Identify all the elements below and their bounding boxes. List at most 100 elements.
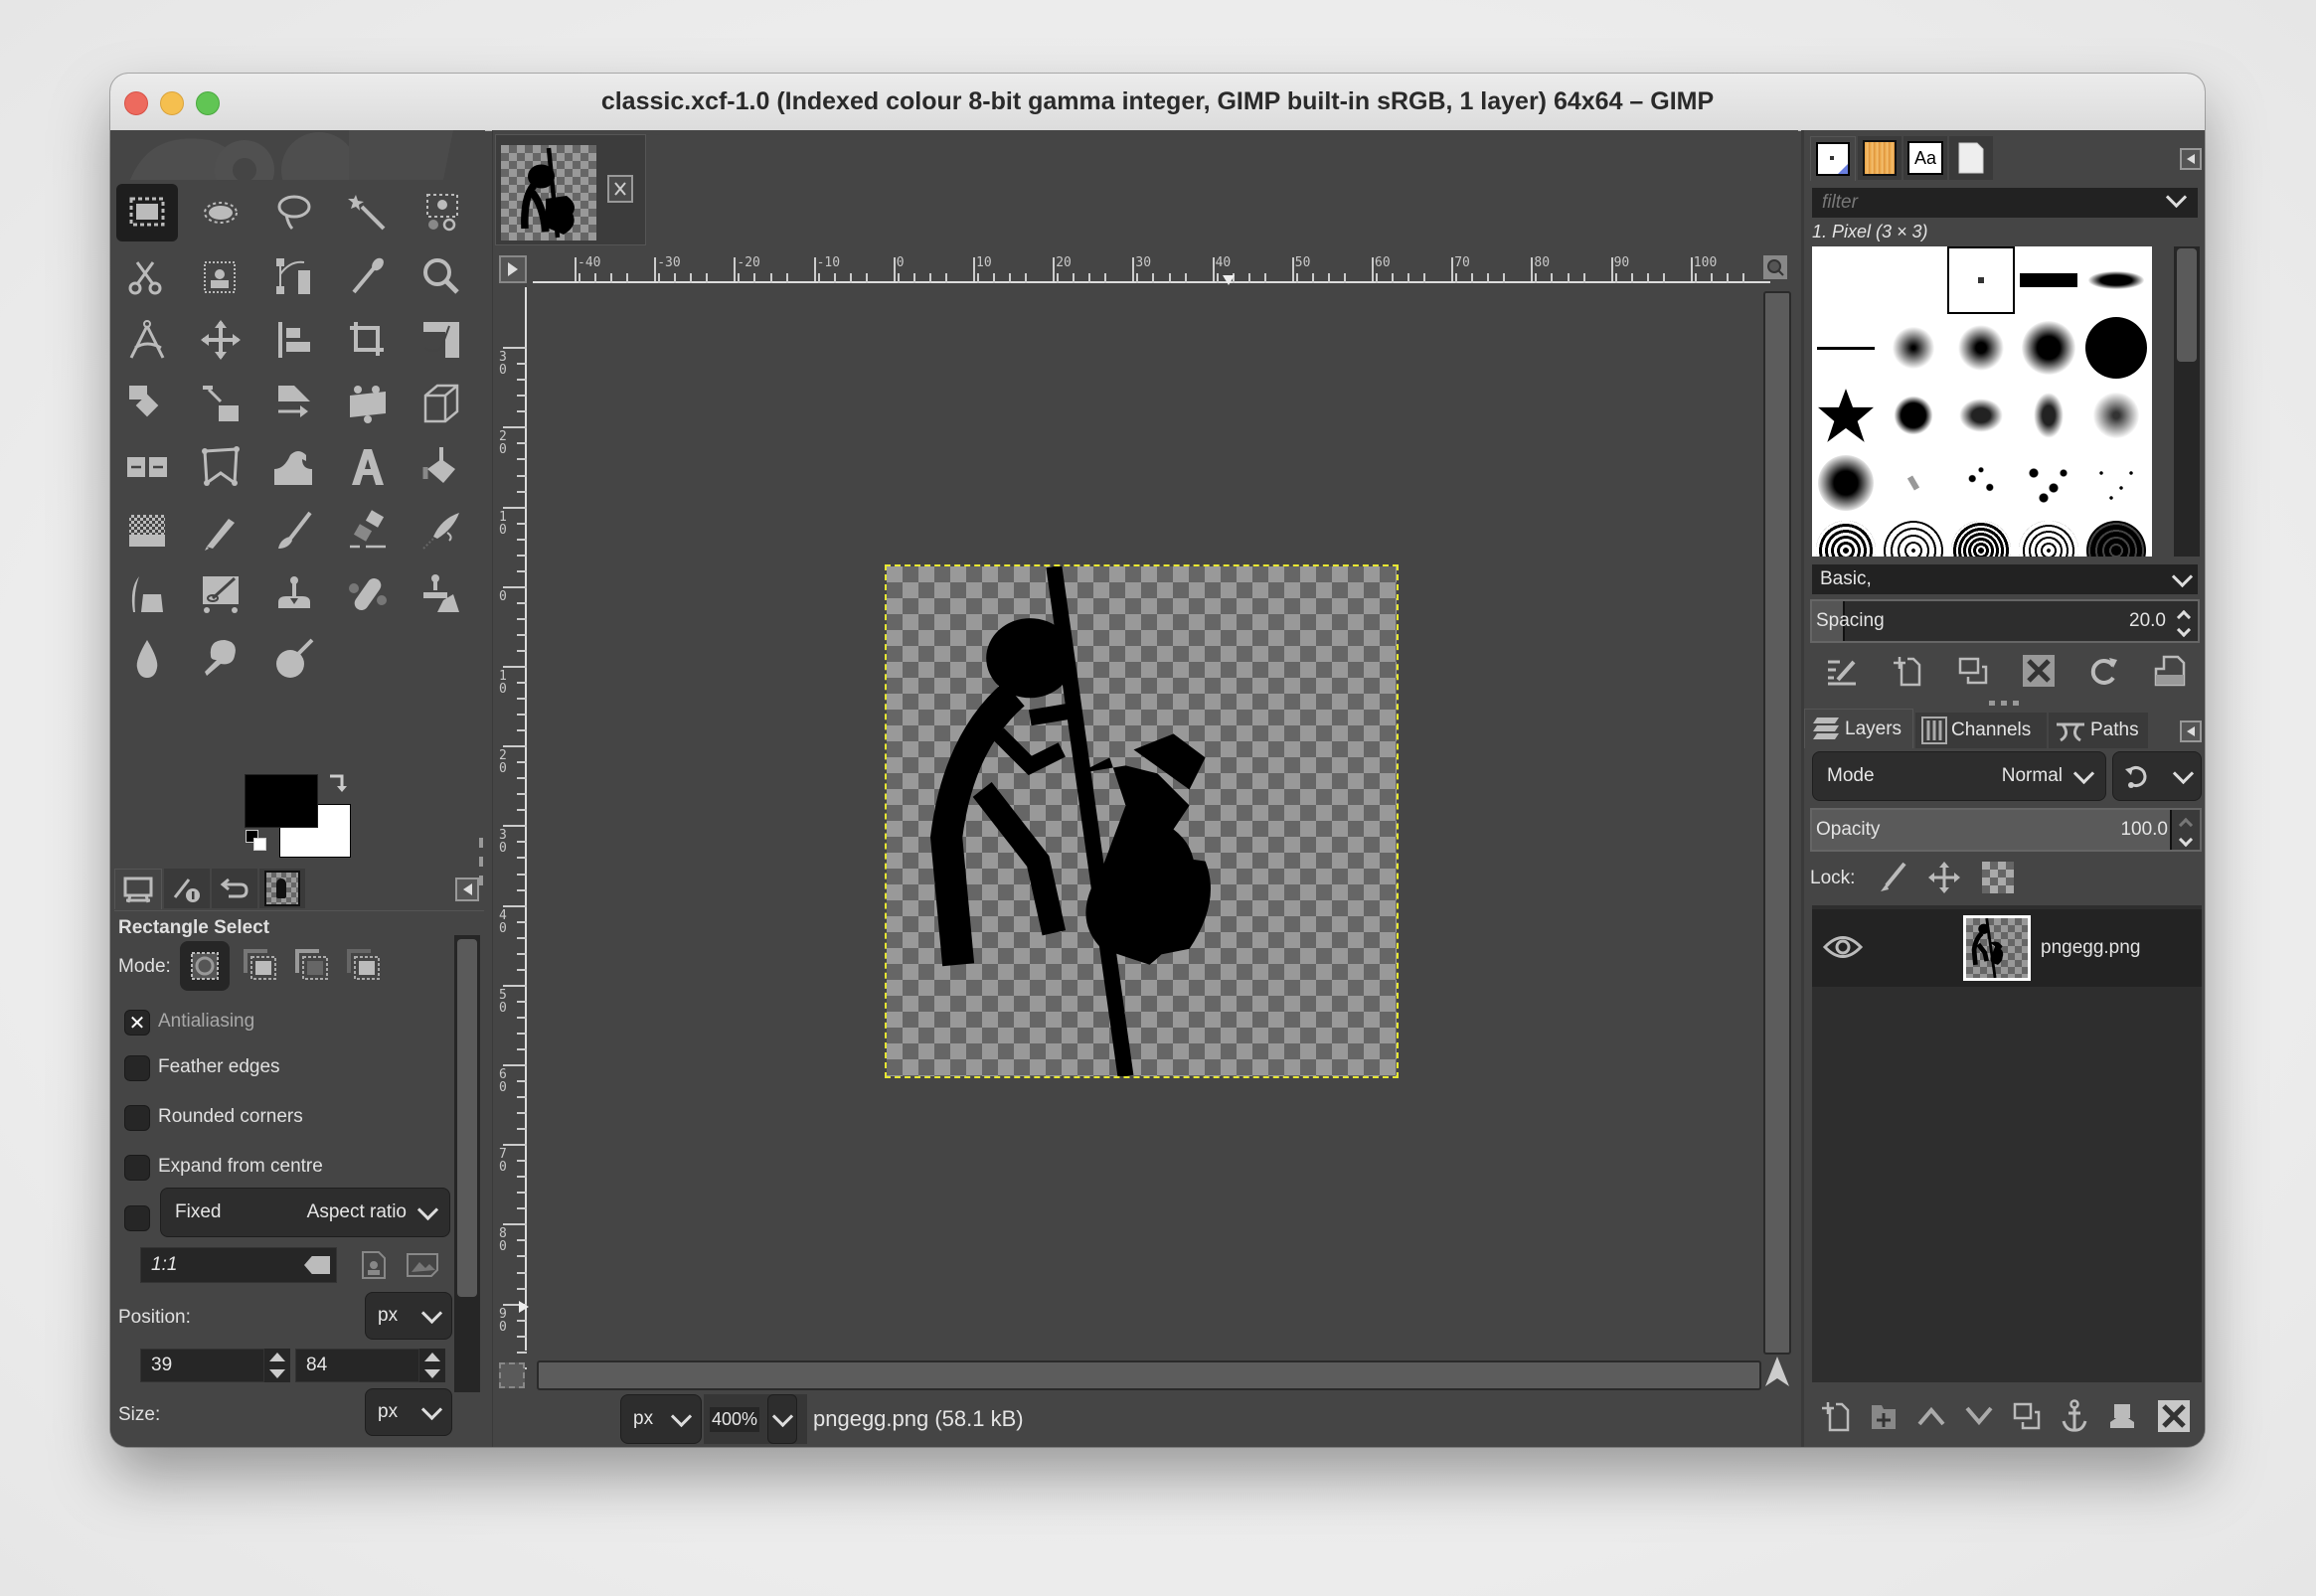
- vertical-scrollbar[interactable]: [1763, 291, 1791, 1355]
- lock-alpha-icon[interactable]: [1981, 860, 2015, 895]
- tool-warp-transform[interactable]: [263, 438, 325, 496]
- composite-mode-combo[interactable]: [2112, 751, 2202, 801]
- lock-position-icon[interactable]: [1927, 860, 1961, 895]
- device-status-tab[interactable]: [164, 869, 210, 908]
- brush-item[interactable]: [2082, 382, 2150, 449]
- zoom-level[interactable]: 400%: [710, 1406, 760, 1432]
- tool-flip[interactable]: [116, 438, 178, 496]
- brush-tag-combo[interactable]: Basic,: [1812, 564, 2198, 594]
- layer-mode-combo[interactable]: Mode Normal: [1812, 751, 2106, 801]
- brush-item[interactable]: [2015, 246, 2082, 314]
- tool-move[interactable]: [190, 311, 251, 369]
- tab-layers[interactable]: Layers: [1804, 709, 1913, 748]
- chevron-down-icon[interactable]: [2165, 186, 2188, 209]
- mode-subtract-button[interactable]: [287, 941, 337, 991]
- configure-brushes-dock-button[interactable]: [2180, 148, 2202, 170]
- mode-replace-button[interactable]: [180, 941, 230, 991]
- vertical-ruler[interactable]: 30 20 10 0 10 20 30 40 50 60 70 80 90: [493, 287, 529, 1369]
- brush-item[interactable]: [2015, 517, 2082, 557]
- configure-layers-dock-button[interactable]: [2180, 720, 2202, 742]
- position-unit-combo[interactable]: px: [365, 1292, 452, 1340]
- position-x-spinner[interactable]: [264, 1349, 290, 1382]
- tool-rectangle-select[interactable]: [116, 184, 178, 241]
- tool-eraser[interactable]: [337, 502, 399, 559]
- spacing-slider[interactable]: Spacing 20.0: [1810, 599, 2200, 643]
- brush-item[interactable]: [1880, 314, 1947, 382]
- gradients-tab[interactable]: [1858, 136, 1902, 180]
- brush-item[interactable]: [1947, 246, 2015, 314]
- mode-intersect-button[interactable]: [339, 941, 389, 991]
- eye-visibility-icon[interactable]: [1822, 929, 1864, 965]
- brush-item[interactable]: [1812, 449, 1880, 517]
- default-colors-icon[interactable]: [246, 830, 267, 852]
- tool-free-select[interactable]: [263, 184, 325, 241]
- expand-from-centre-checkbox[interactable]: [124, 1155, 150, 1181]
- tool-align[interactable]: [263, 311, 325, 369]
- raise-layer-icon[interactable]: [1913, 1398, 1949, 1434]
- delete-brush-icon[interactable]: [2021, 653, 2057, 689]
- quick-mask-toggle[interactable]: [499, 1362, 525, 1388]
- brush-grid-scrollbar[interactable]: [2174, 246, 2200, 557]
- brush-filter-input[interactable]: filter: [1812, 186, 2198, 218]
- aspect-ratio-input[interactable]: 1:1: [140, 1247, 337, 1283]
- brush-item[interactable]: [1947, 314, 2015, 382]
- brush-item[interactable]: [2082, 246, 2150, 314]
- fixed-aspect-ratio-combo[interactable]: Fixed Aspect ratio: [160, 1188, 450, 1237]
- document-history-tab[interactable]: [1949, 136, 1993, 180]
- brush-item[interactable]: [1947, 517, 2015, 557]
- navigate-image-icon[interactable]: [1763, 1355, 1791, 1388]
- tool-ink[interactable]: [116, 565, 178, 623]
- lock-pixels-icon[interactable]: [1876, 860, 1909, 895]
- brush-item[interactable]: [1812, 314, 1880, 382]
- tool-scale[interactable]: [190, 375, 251, 432]
- tool-airbrush[interactable]: [411, 502, 472, 559]
- tool-pencil[interactable]: [190, 502, 251, 559]
- landscape-icon[interactable]: [403, 1247, 442, 1283]
- tool-scissors-select[interactable]: [116, 247, 178, 305]
- horizontal-scrollbar[interactable]: [537, 1360, 1761, 1390]
- layer-row[interactable]: pngegg.png: [1812, 909, 2202, 987]
- new-layer-icon[interactable]: [1818, 1398, 1854, 1434]
- swap-colors-icon[interactable]: [327, 771, 349, 793]
- undo-history-tab[interactable]: [212, 869, 257, 908]
- refresh-brushes-icon[interactable]: [2086, 653, 2122, 689]
- tool-paintbrush[interactable]: [263, 502, 325, 559]
- tool-zoom[interactable]: [411, 247, 472, 305]
- navigate-menu-button[interactable]: [499, 255, 527, 283]
- tool-clone[interactable]: [263, 565, 325, 623]
- zoom-combo[interactable]: 400%: [704, 1394, 807, 1444]
- horizontal-ruler[interactable]: -40 -30 -20 -10 0 10 20 30 40 50 60 70 80 90 100: [533, 253, 1770, 285]
- tool-3d-transform[interactable]: [411, 375, 472, 432]
- dock-resize-handle[interactable]: [479, 838, 483, 885]
- portrait-icon[interactable]: [359, 1247, 389, 1283]
- tool-bucket-fill[interactable]: [411, 438, 472, 496]
- fixed-checkbox[interactable]: [124, 1205, 150, 1231]
- antialiasing-checkbox[interactable]: ✕: [124, 1010, 150, 1036]
- tool-text[interactable]: [337, 438, 399, 496]
- brush-item[interactable]: [2015, 382, 2082, 449]
- opacity-slider[interactable]: Opacity 100.0: [1810, 808, 2202, 852]
- brush-item[interactable]: [2082, 449, 2150, 517]
- tool-shear[interactable]: [263, 375, 325, 432]
- brush-item[interactable]: [1947, 382, 2015, 449]
- brush-item[interactable]: [2015, 449, 2082, 517]
- tool-select-by-color[interactable]: [411, 184, 472, 241]
- tab-paths[interactable]: Paths: [2049, 713, 2148, 748]
- size-unit-combo[interactable]: px: [365, 1388, 452, 1436]
- brush-item[interactable]: [2015, 314, 2082, 382]
- clear-entry-icon[interactable]: [304, 1256, 330, 1274]
- configure-dock-button[interactable]: [455, 878, 479, 901]
- tool-ellipse-select[interactable]: [190, 184, 251, 241]
- tool-smudge[interactable]: [190, 629, 251, 687]
- tool-heal[interactable]: [337, 565, 399, 623]
- tool-dodge-burn[interactable]: [263, 629, 325, 687]
- tool-cage-transform[interactable]: [190, 438, 251, 496]
- brush-item[interactable]: [1880, 517, 1947, 557]
- tool-fuzzy-select[interactable]: [337, 184, 399, 241]
- brush-item[interactable]: [1812, 382, 1880, 449]
- brush-item[interactable]: [1880, 246, 1947, 314]
- canvas-image[interactable]: [885, 564, 1399, 1078]
- tool-options-tab[interactable]: [114, 869, 162, 909]
- lower-layer-icon[interactable]: [1961, 1398, 1997, 1434]
- image-tab[interactable]: [495, 134, 646, 245]
